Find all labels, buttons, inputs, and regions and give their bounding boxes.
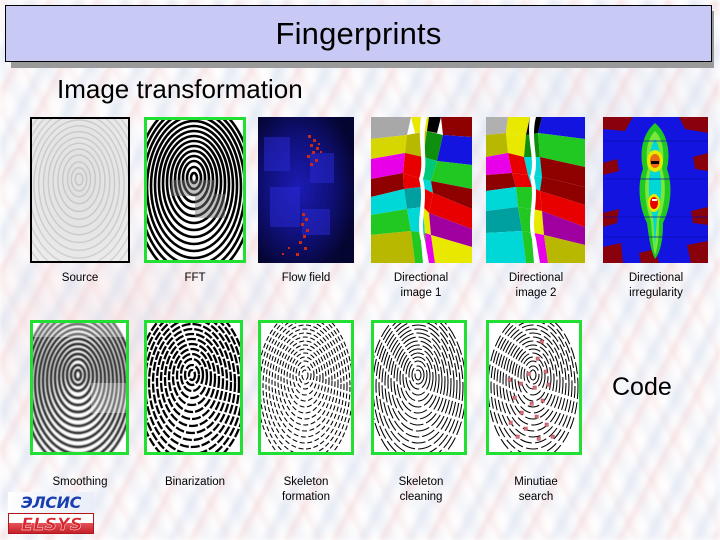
caption-directional-irregularity: Directional irregularity xyxy=(628,272,684,300)
panel-directional-irregularity xyxy=(603,117,708,263)
panel-binarization xyxy=(144,320,243,455)
thumbnail-minutiae-search[interactable] xyxy=(486,320,582,455)
panel-directional-image-1 xyxy=(371,117,472,263)
panel-skeleton-cleaning xyxy=(371,320,467,455)
minutiae-marked-icon xyxy=(489,323,579,452)
panel-fft xyxy=(144,117,246,263)
panel-minutiae-search xyxy=(486,320,582,455)
panel-smoothing xyxy=(30,320,129,455)
logo-cyrillic-text: ЭЛСИС xyxy=(21,493,81,512)
panel-source xyxy=(30,117,130,263)
binary-fingerprint-icon xyxy=(147,323,240,452)
logo-latin-band: ELSYS xyxy=(8,513,94,534)
skeleton-clean-icon xyxy=(374,323,464,452)
caption-directional-image-1: Directional image 1 xyxy=(393,272,449,300)
caption-fft: FFT xyxy=(184,272,206,284)
caption-minutiae-search: Minutiae search xyxy=(514,476,558,504)
irregularity-heatmap-icon xyxy=(603,117,708,263)
panel-directional-image-2 xyxy=(486,117,585,263)
bw-fingerprint-contrast-icon xyxy=(147,120,243,260)
caption-skeleton-cleaning: Skeleton cleaning xyxy=(398,476,444,504)
thumbnail-directional-irregularity[interactable] xyxy=(603,117,708,263)
page-title: Fingerprints xyxy=(275,16,442,51)
thumbnail-skeleton-cleaning[interactable] xyxy=(371,320,467,455)
gray-fingerprint-smooth-icon xyxy=(33,323,126,452)
directional-falsecolor-1-icon xyxy=(371,117,472,263)
panel-flow-field xyxy=(258,117,354,263)
code-label: Code xyxy=(612,373,672,401)
flow-field-dark-blue-icon xyxy=(258,117,354,263)
directional-falsecolor-2-icon xyxy=(486,117,585,263)
thumbnail-fft[interactable] xyxy=(144,117,246,263)
caption-source: Source xyxy=(61,272,99,284)
thumbnail-skeleton-formation[interactable] xyxy=(258,320,354,455)
thumbnail-directional-image-2[interactable] xyxy=(486,117,585,263)
thumbnail-smoothing[interactable] xyxy=(30,320,129,455)
thumbnail-flow-field[interactable] xyxy=(258,117,354,263)
logo-cyrillic-band: ЭЛСИС xyxy=(8,492,94,513)
logo-latin-text: ELSYS xyxy=(21,514,83,534)
caption-smoothing: Smoothing xyxy=(52,476,108,488)
caption-skeleton-formation: Skeleton formation xyxy=(282,476,330,504)
title-bar: Fingerprints xyxy=(5,5,712,62)
slide: Fingerprints Image transformation Code S… xyxy=(0,0,720,540)
elsys-logo: ЭЛСИС ELSYS xyxy=(8,492,94,534)
panel-skeleton-formation xyxy=(258,320,354,455)
gray-fingerprint-light-icon xyxy=(32,119,128,261)
thumbnail-directional-image-1[interactable] xyxy=(371,117,472,263)
skeleton-raw-icon xyxy=(261,323,351,452)
caption-binarization: Binarization xyxy=(164,476,226,488)
thumbnail-source[interactable] xyxy=(30,117,130,263)
caption-directional-image-2: Directional image 2 xyxy=(508,272,564,300)
thumbnail-binarization[interactable] xyxy=(144,320,243,455)
caption-flow-field: Flow field xyxy=(281,272,331,284)
section-heading: Image transformation xyxy=(57,74,303,104)
